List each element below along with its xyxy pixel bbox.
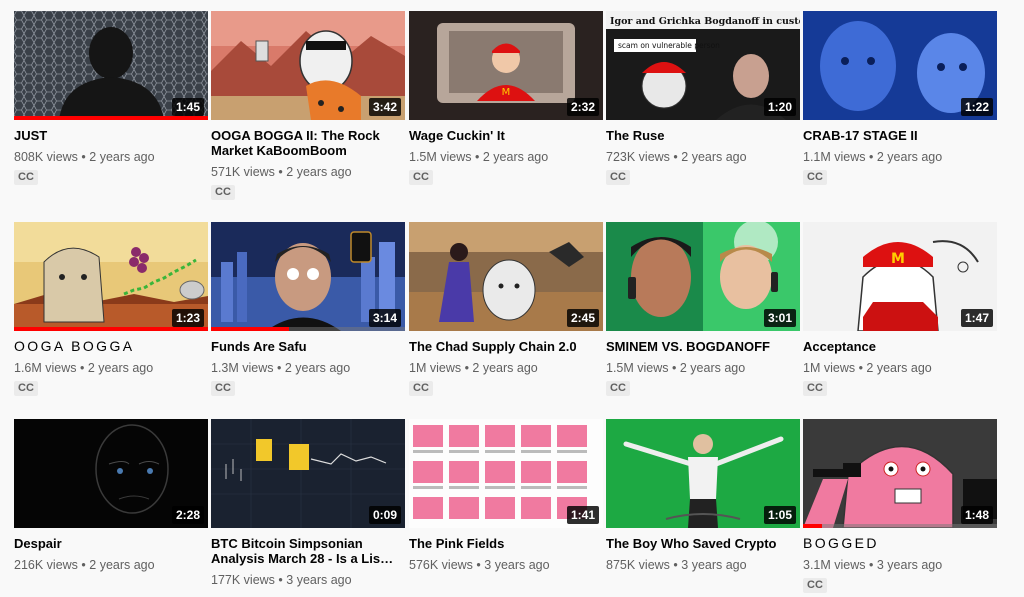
duration-badge: 2:32 bbox=[566, 98, 599, 116]
video-meta: 1M views • 2 years ago bbox=[409, 361, 538, 375]
video-meta: 1.3M views • 2 years ago bbox=[211, 361, 351, 375]
video-meta: 3.1M views • 3 years ago bbox=[803, 558, 943, 572]
video-card[interactable]: 1:22 CRAB-17 STAGE II 1.1M views • 2 yea… bbox=[803, 11, 999, 185]
video-meta: 576K views • 3 years ago bbox=[409, 558, 550, 572]
video-card[interactable]: 1:45 JUST 808K views • 2 years ago CC bbox=[14, 11, 210, 185]
video-thumbnail[interactable]: 3:01 bbox=[606, 222, 800, 331]
video-title[interactable]: JUST bbox=[14, 128, 210, 143]
video-card[interactable]: 1:48 BOGGED 3.1M views • 3 years ago CC bbox=[803, 419, 999, 593]
video-title[interactable]: The Ruse bbox=[606, 128, 802, 143]
cc-badge: CC bbox=[211, 185, 235, 200]
video-thumbnail[interactable]: 1:22 bbox=[803, 11, 997, 120]
video-card[interactable]: 1:23 OOGA BOGGA 1.6M views • 2 years ago… bbox=[14, 222, 210, 396]
duration-badge: 1:23 bbox=[171, 309, 204, 327]
video-card[interactable]: 1:41 The Pink Fields 576K views • 3 year… bbox=[409, 419, 605, 573]
video-title[interactable]: BTC Bitcoin Simpsonian Analysis March 28… bbox=[211, 536, 407, 566]
video-card[interactable]: Igor and Grichka Bogdanoff in custody sc… bbox=[606, 11, 802, 185]
svg-text:Igor and Grichka Bogdanoff in: Igor and Grichka Bogdanoff in custody bbox=[610, 16, 800, 27]
video-title[interactable]: Wage Cuckin' It bbox=[409, 128, 605, 143]
video-title[interactable]: Despair bbox=[14, 536, 210, 551]
video-thumbnail[interactable]: 0:09 bbox=[211, 419, 405, 528]
watch-progress-bar bbox=[14, 116, 208, 120]
watch-progress-bar bbox=[211, 327, 289, 331]
duration-badge: 1:47 bbox=[960, 309, 993, 327]
cc-badge: CC bbox=[14, 170, 38, 185]
svg-text:scam on vulnerable person: scam on vulnerable person bbox=[618, 41, 720, 50]
video-meta: 723K views • 2 years ago bbox=[606, 150, 747, 164]
video-card[interactable]: 1:05 The Boy Who Saved Crypto 875K views… bbox=[606, 419, 802, 573]
cc-badge: CC bbox=[606, 170, 630, 185]
video-card[interactable]: 3:14 Funds Are Safu 1.3M views • 2 years… bbox=[211, 222, 407, 396]
duration-badge: 2:28 bbox=[171, 506, 204, 524]
video-meta: 571K views • 2 years ago bbox=[211, 165, 352, 179]
video-thumbnail[interactable]: 3:14 bbox=[211, 222, 405, 331]
video-meta: 216K views • 2 years ago bbox=[14, 558, 155, 572]
cc-badge: CC bbox=[606, 381, 630, 396]
video-thumbnail[interactable]: 1:05 bbox=[606, 419, 800, 528]
video-meta: 1.5M views • 2 years ago bbox=[409, 150, 549, 164]
video-meta: 1.1M views • 2 years ago bbox=[803, 150, 943, 164]
video-title[interactable]: CRAB-17 STAGE II bbox=[803, 128, 999, 143]
video-title[interactable]: Acceptance bbox=[803, 339, 999, 354]
watch-progress-bar bbox=[803, 524, 823, 528]
video-thumbnail[interactable]: 1:48 bbox=[803, 419, 997, 528]
duration-badge: 2:45 bbox=[566, 309, 599, 327]
svg-text:M: M bbox=[502, 87, 511, 98]
video-title[interactable]: The Pink Fields bbox=[409, 536, 605, 551]
video-title[interactable]: Funds Are Safu bbox=[211, 339, 407, 354]
video-thumbnail[interactable]: 3:42 bbox=[211, 11, 405, 120]
cc-badge: CC bbox=[211, 381, 235, 396]
video-thumbnail[interactable]: 2:45 bbox=[409, 222, 603, 331]
watch-progress-bar bbox=[14, 327, 208, 331]
video-title[interactable]: BOGGED bbox=[803, 536, 999, 551]
cc-badge: CC bbox=[803, 170, 827, 185]
duration-badge: 1:20 bbox=[763, 98, 796, 116]
duration-badge: 3:01 bbox=[763, 309, 796, 327]
video-card[interactable]: 0:09 BTC Bitcoin Simpsonian Analysis Mar… bbox=[211, 419, 407, 588]
video-meta: 177K views • 3 years ago bbox=[211, 573, 352, 587]
video-card[interactable]: 3:42 OOGA BOGGA II: The Rock Market KaBo… bbox=[211, 11, 407, 200]
cc-badge: CC bbox=[14, 381, 38, 396]
video-grid: 1:45 JUST 808K views • 2 years ago CC 3:… bbox=[0, 0, 1024, 597]
video-card[interactable]: M 2:32 Wage Cuckin' It 1.5M views • 2 ye… bbox=[409, 11, 605, 185]
video-meta: 1M views • 2 years ago bbox=[803, 361, 932, 375]
cc-badge: CC bbox=[409, 381, 433, 396]
duration-badge: 1:41 bbox=[566, 506, 599, 524]
video-meta: 875K views • 3 years ago bbox=[606, 558, 747, 572]
duration-badge: 1:05 bbox=[763, 506, 796, 524]
video-title[interactable]: The Chad Supply Chain 2.0 bbox=[409, 339, 605, 354]
video-thumbnail[interactable]: M 2:32 bbox=[409, 11, 603, 120]
video-thumbnail[interactable]: Igor and Grichka Bogdanoff in custody sc… bbox=[606, 11, 800, 120]
cc-badge: CC bbox=[803, 381, 827, 396]
video-thumbnail[interactable]: 1:41 bbox=[409, 419, 603, 528]
video-title[interactable]: SMINEM VS. BOGDANOFF bbox=[606, 339, 802, 354]
video-meta: 1.5M views • 2 years ago bbox=[606, 361, 746, 375]
cc-badge: CC bbox=[803, 578, 827, 593]
video-thumbnail[interactable]: 1:23 bbox=[14, 222, 208, 331]
video-title[interactable]: OOGA BOGGA bbox=[14, 339, 210, 354]
video-card[interactable]: 2:45 The Chad Supply Chain 2.0 1M views … bbox=[409, 222, 605, 396]
duration-badge: 0:09 bbox=[368, 506, 401, 524]
duration-badge: 1:48 bbox=[960, 506, 993, 524]
duration-badge: 1:22 bbox=[960, 98, 993, 116]
duration-badge: 3:42 bbox=[368, 98, 401, 116]
video-card[interactable]: 3:01 SMINEM VS. BOGDANOFF 1.5M views • 2… bbox=[606, 222, 802, 396]
duration-badge: 1:45 bbox=[171, 98, 204, 116]
svg-text:M: M bbox=[891, 251, 905, 267]
video-card[interactable]: 2:28 Despair 216K views • 2 years ago bbox=[14, 419, 210, 573]
cc-badge: CC bbox=[409, 170, 433, 185]
video-thumbnail[interactable]: M 1:47 bbox=[803, 222, 997, 331]
video-meta: 1.6M views • 2 years ago bbox=[14, 361, 154, 375]
duration-badge: 3:14 bbox=[368, 309, 401, 327]
video-card[interactable]: M 1:47 Acceptance 1M views • 2 years ago… bbox=[803, 222, 999, 396]
video-title[interactable]: OOGA BOGGA II: The Rock Market KaBoomBoo… bbox=[211, 128, 407, 158]
video-thumbnail[interactable]: 1:45 bbox=[14, 11, 208, 120]
video-title[interactable]: The Boy Who Saved Crypto bbox=[606, 536, 802, 551]
video-thumbnail[interactable]: 2:28 bbox=[14, 419, 208, 528]
video-meta: 808K views • 2 years ago bbox=[14, 150, 155, 164]
